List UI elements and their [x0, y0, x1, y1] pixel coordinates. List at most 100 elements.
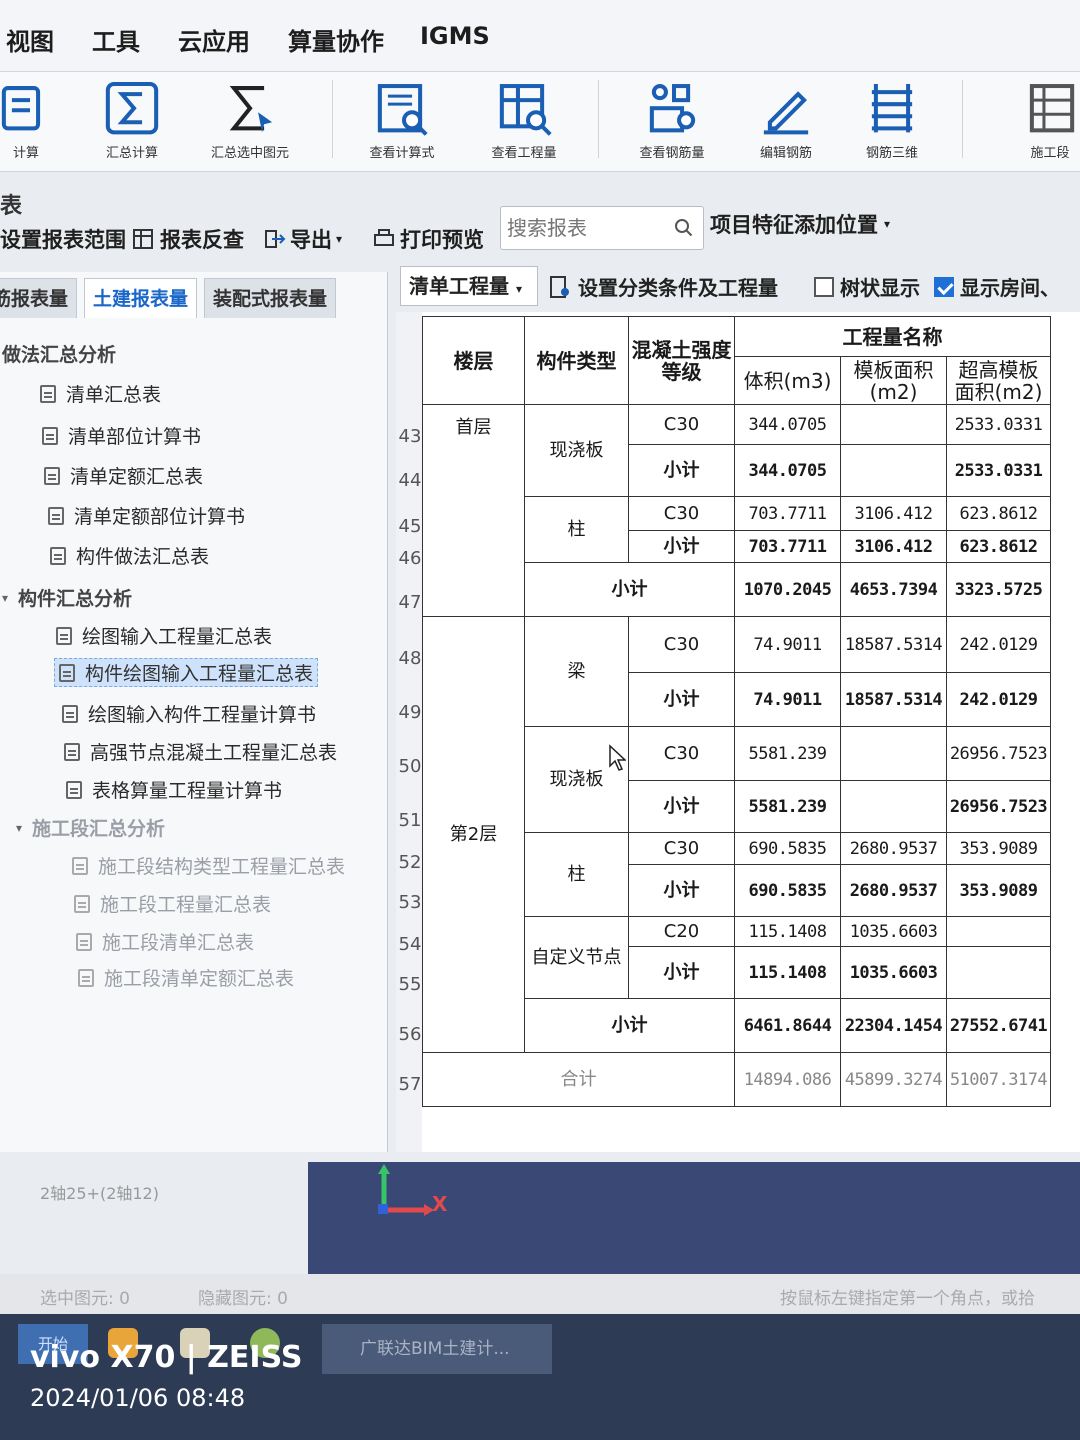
high-formwork-cell: 3323.5725 — [946, 562, 1051, 617]
tree-display-checkbox[interactable]: 树状显示 — [814, 272, 920, 301]
row-number: 53 — [398, 892, 422, 913]
quantity-type-select[interactable]: 清单工程量 ▾ — [400, 266, 538, 306]
row-number: 57 — [398, 1074, 422, 1095]
calculate-icon — [1, 86, 41, 131]
grid-icon — [133, 229, 153, 249]
classify-button[interactable]: 设置分类条件及工程量 — [548, 272, 778, 301]
export-button[interactable]: 导出 ▾ — [262, 224, 342, 254]
chevron-down-icon: ▾ — [336, 232, 343, 246]
tree-item[interactable]: 清单定额部位计算书 — [48, 502, 245, 529]
menu-igms[interactable]: IGMS — [420, 22, 490, 50]
tree-item[interactable]: 绘图输入构件工程量计算书 — [62, 700, 316, 727]
drawing-viewport[interactable]: X — [308, 1162, 1080, 1274]
construction-label: 施工段 — [1030, 146, 1070, 158]
tree-item[interactable]: 清单汇总表 — [40, 380, 161, 407]
view-quantity-label: 查看工程量 — [491, 146, 557, 158]
ribbon-separator — [332, 80, 333, 158]
tree-item-label: 清单汇总表 — [66, 384, 162, 406]
tree-group-construction[interactable]: ▾ 施工段汇总分析 — [16, 814, 165, 841]
document-icon — [50, 546, 66, 565]
reverse-check-label: 报表反查 — [160, 228, 244, 252]
print-preview-button[interactable]: 打印预览 — [372, 224, 484, 254]
header-formwork: 模板面积(m2) — [840, 356, 947, 405]
row-number: 50 — [398, 756, 422, 777]
calculate-button[interactable]: 计算 — [0, 78, 66, 158]
view-rebar-button[interactable]: 查看钢筋量 — [632, 78, 712, 158]
view-quantity-button[interactable]: 查看工程量 — [484, 78, 564, 158]
row-number-column: 43 44 45 46 47 48 49 50 51 52 53 54 55 5… — [396, 312, 422, 1152]
view-rebar-label: 查看钢筋量 — [639, 146, 705, 158]
report-sheet: 43 44 45 46 47 48 49 50 51 52 53 54 55 5… — [396, 312, 1080, 1152]
search-icon[interactable] — [673, 217, 695, 239]
report-tree-panel: 钢筋报表量 土建报表量 装配式报表量 做法汇总分析 清单汇总表 清单部位计算书 … — [0, 272, 388, 1152]
tree-item[interactable]: 绘图输入工程量汇总表 — [56, 622, 272, 649]
high-formwork-cell — [946, 946, 1051, 999]
volume-cell: 690.5835 — [734, 864, 841, 917]
grade-cell: 小计 — [628, 946, 735, 999]
tab-prefab-report[interactable]: 装配式报表量 — [204, 278, 337, 318]
volume-cell: 74.9011 — [734, 672, 841, 727]
ribbon-separator — [598, 80, 599, 158]
sum-calc-label: 汇总计算 — [105, 146, 158, 158]
table-header-row: 楼层 构件类型 混凝土强度等级 工程量名称 — [422, 316, 1051, 405]
formwork-cell: 1035.6603 — [840, 916, 947, 947]
menu-view[interactable]: 视图 — [6, 22, 54, 57]
row-number: 44 — [398, 470, 422, 491]
table-row[interactable]: 首层 现浇板 C30 344.0705 2533.0331 — [422, 404, 1051, 617]
sum-selected-button[interactable]: 汇总选中图元 — [210, 78, 290, 158]
document-icon — [74, 894, 90, 913]
tree-item[interactable]: 高强节点混凝土工程量汇总表 — [64, 738, 337, 765]
tree-item-label: 施工段清单定额汇总表 — [104, 968, 295, 990]
chevron-down-icon: ▾ — [884, 217, 891, 231]
rebar-3d-button[interactable]: 钢筋三维 — [852, 78, 932, 158]
search-input[interactable] — [507, 216, 672, 240]
set-range-button[interactable]: 设置报表范围 — [0, 224, 126, 254]
tab-rebar-report[interactable]: 钢筋报表量 — [0, 278, 78, 318]
volume-cell: 115.1408 — [734, 916, 841, 947]
tree-item[interactable]: 表格算量工程量计算书 — [66, 776, 282, 803]
menu-tools[interactable]: 工具 — [92, 22, 140, 57]
taskbar-app-glodon[interactable]: 广联达BIM土建计... — [322, 1324, 552, 1374]
construction-button[interactable]: 施工段 — [1010, 78, 1080, 158]
tree-item[interactable]: 清单定额汇总表 — [44, 462, 203, 489]
tree-item[interactable]: 施工段工程量汇总表 — [74, 890, 271, 917]
tree-item[interactable]: 施工段结构类型工程量汇总表 — [72, 852, 345, 879]
row-number: 46 — [398, 548, 422, 569]
formwork-cell: 18587.5314 — [840, 616, 947, 673]
edit-rebar-button[interactable]: 编辑钢筋 — [746, 78, 826, 158]
tree-group-label: 构件汇总分析 — [18, 588, 133, 610]
header-high-formwork: 超高模板面积(m2) — [946, 356, 1051, 405]
tab-civil-report[interactable]: 土建报表量 — [84, 278, 198, 318]
menu-collab[interactable]: 算量协作 — [288, 22, 384, 57]
tree-item[interactable]: 施工段清单定额汇总表 — [78, 964, 294, 991]
table-row[interactable]: 合计 14894.086 45899.3274 51007.3174 — [422, 1052, 1051, 1107]
tree-item[interactable]: 清单部位计算书 — [42, 422, 201, 449]
tree-item[interactable]: 构件做法汇总表 — [50, 542, 209, 569]
row-number: 52 — [398, 852, 422, 873]
table-row[interactable]: 第2层 梁 C30 74.9011 18587.5314 242.0129 — [422, 616, 1051, 1053]
show-room-checkbox[interactable]: 显示房间、 — [934, 272, 1060, 301]
type-cell: 现浇板 — [524, 726, 629, 833]
tree-item-label: 施工段结构类型工程量汇总表 — [98, 856, 346, 878]
tree-item[interactable]: 施工段清单汇总表 — [76, 928, 254, 955]
tree-group-practice[interactable]: 做法汇总分析 — [2, 340, 116, 367]
hidden-count: 隐藏图元: 0 — [198, 1289, 288, 1309]
menu-cloud[interactable]: 云应用 — [178, 22, 250, 57]
menu-bar: 视图 工具 云应用 算量协作 IGMS — [0, 0, 1080, 72]
tree-item-selected[interactable]: 构件绘图输入工程量汇总表 — [54, 658, 319, 687]
volume-cell: 690.5835 — [734, 832, 841, 865]
grade-cell: C30 — [628, 726, 735, 781]
document-icon — [40, 384, 56, 403]
high-formwork-cell: 2533.0331 — [946, 444, 1051, 497]
view-formula-button[interactable]: 查看计算式 — [362, 78, 442, 158]
document-icon — [76, 932, 92, 951]
sum-calc-button[interactable]: 汇总计算 — [92, 78, 172, 158]
checkbox-icon — [814, 276, 834, 297]
grade-cell: C30 — [628, 496, 735, 531]
reverse-check-button[interactable]: 报表反查 — [132, 224, 244, 254]
tree-group-component[interactable]: ▾ 构件汇总分析 — [2, 584, 132, 611]
high-formwork-cell: 26956.7523 — [946, 726, 1051, 781]
volume-cell: 5581.239 — [734, 780, 841, 833]
status-bar: 选中图元: 0 隐藏图元: 0 按鼠标左键指定第一个角点，或拾 — [0, 1274, 1080, 1314]
feature-position-dropdown[interactable]: 项目特征添加位置 ▾ — [710, 204, 920, 244]
